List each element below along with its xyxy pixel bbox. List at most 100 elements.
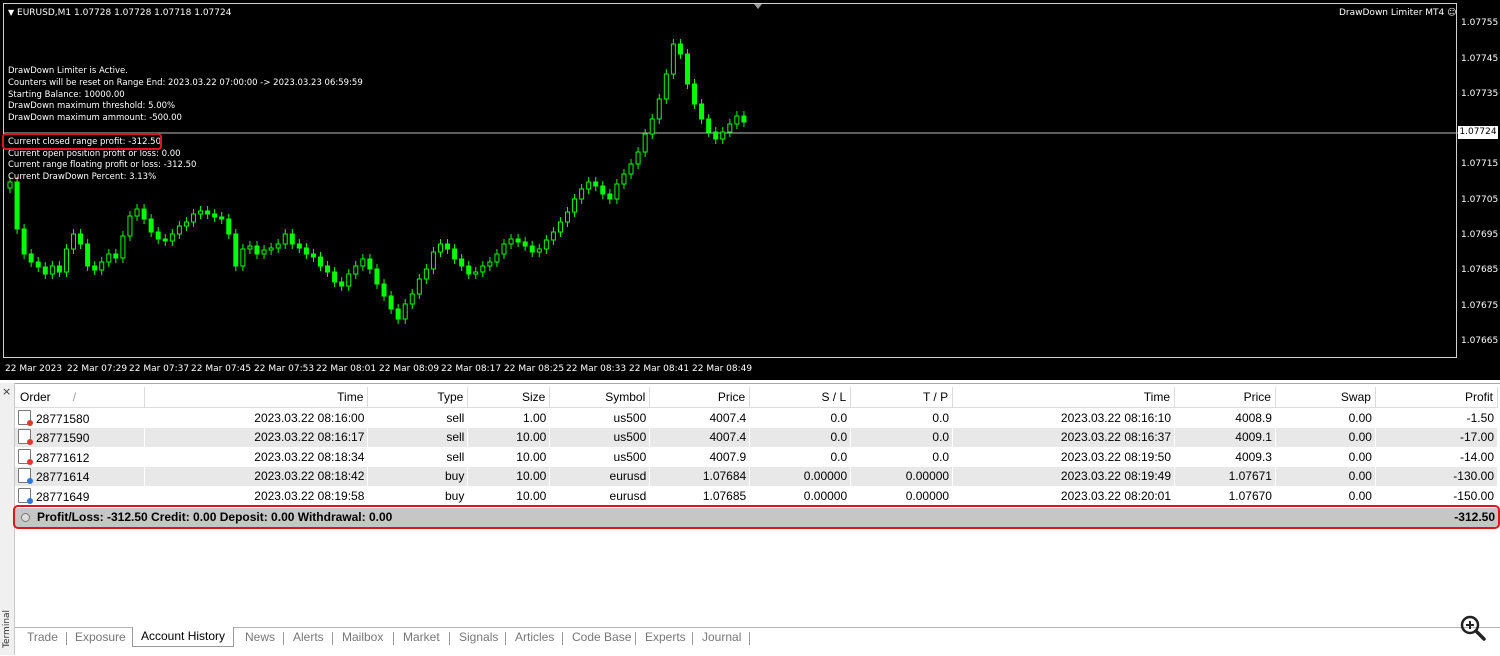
- candle-body: [381, 283, 387, 297]
- x-axis-label: 22 Mar 07:29: [67, 364, 128, 374]
- chart-symbol-line: ▼ EURUSD,M1 1.07728 1.07728 1.07718 1.07…: [8, 8, 232, 18]
- candle-body: [480, 265, 486, 273]
- current-price-marker: 1.07724: [1458, 126, 1498, 139]
- candle-body: [565, 211, 571, 223]
- candle-body: [332, 271, 338, 283]
- column-header-symbol[interactable]: Symbol: [549, 387, 651, 408]
- open-time-cell: 2023.03.22 08:19:58: [144, 486, 369, 506]
- candle-body: [543, 239, 549, 250]
- candle-body: [346, 273, 352, 287]
- candle-body: [240, 248, 246, 267]
- table-row[interactable]: 28771614 2023.03.22 08:18:42 buy 10.00 e…: [15, 466, 1499, 486]
- candle-body: [423, 268, 429, 280]
- tab-exposure[interactable]: Exposure: [75, 630, 126, 644]
- tab-experts[interactable]: Experts: [645, 630, 686, 644]
- tab-code-base[interactable]: Code Base: [572, 630, 631, 644]
- price-cell: 4007.4: [649, 427, 751, 447]
- y-axis-label: 1.07735: [1461, 89, 1499, 99]
- column-header-tp[interactable]: T / P: [850, 387, 954, 408]
- zoom-icon[interactable]: [1459, 614, 1487, 642]
- candle-body: [487, 261, 493, 267]
- y-axis-label: 1.07705: [1461, 195, 1499, 205]
- candle-body: [71, 233, 77, 250]
- tab-separator: [283, 632, 284, 645]
- candle-body: [99, 261, 105, 271]
- candle-body: [437, 243, 443, 253]
- tab-market[interactable]: Market: [403, 630, 440, 644]
- type-cell: buy: [367, 466, 469, 486]
- close-terminal-icon[interactable]: ×: [2, 385, 11, 398]
- tab-account-history[interactable]: Account History: [132, 627, 235, 647]
- candle-body: [49, 265, 55, 275]
- candle-body: [607, 193, 613, 200]
- tab-separator: [749, 632, 750, 645]
- table-row[interactable]: 28771580 2023.03.22 08:16:00 sell 1.00 u…: [15, 407, 1499, 428]
- column-header-profit[interactable]: Profit: [1375, 387, 1499, 408]
- candle-body: [663, 73, 669, 100]
- tab-alerts[interactable]: Alerts: [293, 630, 324, 644]
- candle-body: [670, 43, 676, 75]
- info-line: Counters will be reset on Range End: 202…: [8, 77, 363, 88]
- tab-separator: [505, 632, 506, 645]
- table-row[interactable]: 28771590 2023.03.22 08:16:17 sell 10.00 …: [15, 427, 1499, 447]
- candle-body: [212, 213, 218, 218]
- candle-body: [508, 238, 514, 245]
- tab-separator: [449, 632, 450, 645]
- candle-body: [572, 198, 578, 213]
- column-header-close-time[interactable]: Time: [952, 387, 1176, 408]
- sl-cell: 0.0: [749, 427, 852, 447]
- x-axis-label: 22 Mar 2023: [5, 364, 63, 374]
- column-header-sl[interactable]: S / L: [749, 387, 852, 408]
- x-axis-label: 22 Mar 08:33: [566, 364, 627, 374]
- tab-journal[interactable]: Journal: [702, 630, 741, 644]
- candle-body: [339, 281, 345, 287]
- candle-body: [92, 265, 98, 271]
- x-axis-label: 22 Mar 08:09: [379, 364, 440, 374]
- ea-info-panel: DrawDown Limiter is Active. Counters wil…: [8, 66, 363, 184]
- sl-cell: 0.0: [749, 447, 852, 467]
- sl-cell: 0.00000: [749, 466, 852, 486]
- column-header-swap[interactable]: Swap: [1275, 387, 1376, 408]
- tab-trade[interactable]: Trade: [27, 630, 58, 644]
- x-axis-label: 22 Mar 07:53: [254, 364, 315, 374]
- x-axis-label: 22 Mar 08:17: [441, 364, 502, 374]
- table-row[interactable]: 28771612 2023.03.22 08:18:34 sell 10.00 …: [15, 447, 1499, 467]
- candle-body: [113, 253, 119, 259]
- column-header-size[interactable]: Size: [467, 387, 551, 408]
- column-header-time[interactable]: Time: [144, 387, 369, 408]
- tab-news[interactable]: News: [245, 630, 275, 644]
- candle-body: [579, 188, 585, 200]
- open-time-cell: 2023.03.22 08:16:17: [144, 427, 369, 447]
- info-line: Current range floating profit or loss: -…: [8, 160, 197, 171]
- chart-shift-marker-icon: [754, 4, 762, 9]
- candle-body: [642, 133, 648, 153]
- column-header-order[interactable]: Order /: [15, 387, 146, 408]
- order-cell: 28771590: [15, 427, 146, 447]
- price-cell: 1.07684: [649, 466, 751, 486]
- smiley-icon[interactable]: ☺: [1444, 8, 1456, 18]
- candle-body: [677, 43, 683, 55]
- tab-signals[interactable]: Signals: [459, 630, 498, 644]
- info-line: DrawDown Limiter is Active.: [8, 66, 128, 76]
- table-row[interactable]: 28771649 2023.03.22 08:19:58 buy 10.00 e…: [15, 486, 1499, 506]
- candle-body: [219, 216, 225, 220]
- symbol-cell: us500: [549, 427, 651, 447]
- candle-body: [148, 218, 154, 233]
- candle-body: [466, 265, 472, 275]
- type-cell: sell: [367, 447, 469, 467]
- close-time-cell: 2023.03.22 08:16:10: [952, 407, 1176, 428]
- candle-body: [56, 265, 62, 273]
- terminal-tab-bar: Trade Exposure Account History News Aler…: [15, 627, 1500, 650]
- candle-body: [310, 253, 316, 258]
- tab-articles[interactable]: Articles: [515, 630, 554, 644]
- price-chart[interactable]: ▼ EURUSD,M1 1.07728 1.07728 1.07718 1.07…: [0, 0, 1500, 380]
- y-axis-label: 1.07665: [1461, 336, 1499, 346]
- tab-mailbox[interactable]: Mailbox: [342, 630, 383, 644]
- column-header-price[interactable]: Price: [649, 387, 751, 408]
- column-header-close-price[interactable]: Price: [1174, 387, 1276, 408]
- swap-cell: 0.00: [1275, 486, 1376, 506]
- order-history-icon: [18, 429, 33, 446]
- close-price-cell: 1.07671: [1174, 466, 1276, 486]
- chart-menu-arrow-icon[interactable]: ▼: [8, 8, 14, 17]
- column-header-type[interactable]: Type: [367, 387, 469, 408]
